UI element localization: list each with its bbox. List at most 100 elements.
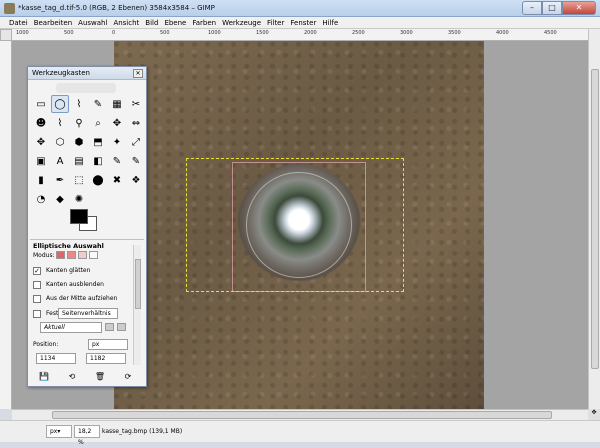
scissors-tool-icon[interactable]: ✂ <box>127 95 145 113</box>
options-scroll-thumb[interactable] <box>135 259 141 309</box>
menu-werkzeuge[interactable]: Werkzeuge <box>219 17 264 28</box>
ruler-tick-label: 2500 <box>352 30 365 36</box>
dodge-burn-tool-icon[interactable]: ✺ <box>70 190 88 208</box>
ellipse-select-tool-icon[interactable]: ◯ <box>51 95 69 113</box>
kanten-ausblenden-label: Kanten ausblenden <box>46 281 104 288</box>
portrait-icon[interactable] <box>105 323 114 331</box>
menu-farben[interactable]: Farben <box>189 17 219 28</box>
horizontal-ruler[interactable]: 1000 500 0 500 1000 1500 2000 2500 3000 … <box>12 29 588 41</box>
tool-options-title: Elliptische Auswahl <box>33 242 104 250</box>
vertical-scrollbar[interactable] <box>588 29 600 409</box>
airbrush-tool-icon[interactable]: ✒ <box>51 171 69 189</box>
menu-datei[interactable]: Datei <box>6 17 31 28</box>
fest-select[interactable]: Seitenverhältnis <box>58 308 118 319</box>
color-select-tool-icon[interactable]: ▦ <box>108 95 126 113</box>
menu-ebene[interactable]: Ebene <box>161 17 189 28</box>
menu-filter[interactable]: Filter <box>264 17 287 28</box>
vertical-scroll-thumb[interactable] <box>591 69 599 369</box>
zoom-tool-icon[interactable]: ⌕ <box>89 114 107 132</box>
position-y-field[interactable]: 1182 <box>86 353 126 364</box>
free-select-tool-icon[interactable]: ⌇ <box>70 95 88 113</box>
mode-add-icon[interactable] <box>67 251 76 259</box>
align-tool-icon[interactable]: ✥ <box>32 133 50 151</box>
position-unit-select[interactable]: px <box>88 339 128 350</box>
measure-tool-icon[interactable]: ✥ <box>108 114 126 132</box>
foreground-color-swatch[interactable] <box>70 209 88 224</box>
menu-bearbeiten[interactable]: Bearbeiten <box>31 17 75 28</box>
reset-options-icon[interactable]: ⟳ <box>123 371 134 382</box>
flip-tool-icon[interactable]: ▣ <box>32 152 50 170</box>
ellipse-selection[interactable] <box>246 172 352 278</box>
menu-bar: Datei Bearbeiten Auswahl Ansicht Bild Eb… <box>0 17 600 29</box>
scale-tool-icon[interactable]: ⬒ <box>89 133 107 151</box>
menu-hilfe[interactable]: Hilfe <box>319 17 341 28</box>
text-tool-icon[interactable]: A <box>51 152 69 170</box>
ink-tool-icon[interactable]: ⬚ <box>70 171 88 189</box>
paintbrush-tool-icon[interactable]: ✎ <box>127 152 145 170</box>
ruler-tick-label: 3000 <box>400 30 413 36</box>
toolbox-bottom-bar: 💾 ⟲ 🗑 ⟳ <box>30 369 142 383</box>
restore-options-icon[interactable]: ⟲ <box>67 371 78 382</box>
status-file-info: kasse_tag.bmp (139,1 MB) <box>102 428 183 435</box>
horizontal-scrollbar[interactable] <box>12 409 588 420</box>
smudge-tool-icon[interactable]: ◆ <box>51 190 69 208</box>
mode-replace-icon[interactable] <box>56 251 65 259</box>
mode-subtract-icon[interactable] <box>78 251 87 259</box>
unit-select[interactable]: px▾ <box>46 425 72 438</box>
perspective-tool-icon[interactable]: ⤢ <box>127 133 145 151</box>
paths-tool-icon[interactable]: ⌇ <box>51 114 69 132</box>
blur-tool-icon[interactable]: ◔ <box>32 190 50 208</box>
ruler-tick-label: 500 <box>64 30 74 36</box>
clone-tool-icon[interactable]: ⬤ <box>89 171 107 189</box>
fuzzy-select-tool-icon[interactable]: ✎ <box>89 95 107 113</box>
position-x-field[interactable]: 1134 <box>36 353 76 364</box>
move-tool-icon[interactable]: ⇔ <box>127 114 145 132</box>
menu-fenster[interactable]: Fenster <box>287 17 319 28</box>
vertical-ruler[interactable] <box>0 41 12 409</box>
close-button[interactable]: ✕ <box>562 1 596 15</box>
menu-bild[interactable]: Bild <box>142 17 161 28</box>
shear-tool-icon[interactable]: ✦ <box>108 133 126 151</box>
bucket-fill-tool-icon[interactable]: ▤ <box>70 152 88 170</box>
zoom-select[interactable]: 18,2 % <box>74 425 100 446</box>
divider <box>30 239 144 240</box>
maximize-button[interactable]: □ <box>542 1 562 15</box>
kanten-glaetten-checkbox[interactable]: ✓ <box>33 267 41 275</box>
ruler-corner[interactable] <box>0 29 12 41</box>
rotate-tool-icon[interactable]: ⬢ <box>70 133 88 151</box>
eraser-tool-icon[interactable]: ▮ <box>32 171 50 189</box>
color-picker-tool-icon[interactable]: ⚲ <box>70 114 88 132</box>
window-controls: – □ ✕ <box>522 1 596 15</box>
heal-tool-icon[interactable]: ✖ <box>108 171 126 189</box>
ruler-tick-label: 0 <box>112 30 116 36</box>
title-bar: *kasse_tag_d.tif-5.0 (RGB, 2 Ebenen) 358… <box>0 0 600 17</box>
navigate-icon[interactable]: ✥ <box>588 409 600 420</box>
delete-options-icon[interactable]: 🗑 <box>95 371 106 382</box>
aus-der-mitte-label: Aus der Mitte aufziehen <box>46 295 118 302</box>
rect-select-tool-icon[interactable]: ▭ <box>32 95 50 113</box>
toolbox-close-icon[interactable]: ✕ <box>133 69 143 78</box>
kanten-ausblenden-checkbox[interactable] <box>33 281 41 289</box>
horizontal-scroll-thumb[interactable] <box>52 411 552 419</box>
toolbox-title[interactable]: Werkzeugkasten <box>28 67 146 80</box>
toolbox-window: Werkzeugkasten ✕ ▭ ◯ ⌇ ✎ ▦ ✂ ☻ ⌇ ⚲ ⌕ ✥ ⇔… <box>27 66 147 387</box>
foreground-select-tool-icon[interactable]: ☻ <box>32 114 50 132</box>
blend-tool-icon[interactable]: ◧ <box>89 152 107 170</box>
landscape-icon[interactable] <box>117 323 126 331</box>
options-scrollbar[interactable] <box>133 245 141 365</box>
aktuell-field[interactable]: Aktuell <box>40 322 102 333</box>
menu-ansicht[interactable]: Ansicht <box>110 17 142 28</box>
save-options-icon[interactable]: 💾 <box>39 371 50 382</box>
crop-tool-icon[interactable]: ⬡ <box>51 133 69 151</box>
pencil-tool-icon[interactable]: ✎ <box>108 152 126 170</box>
minimize-button[interactable]: – <box>522 1 542 15</box>
kanten-glaetten-label: Kanten glätten <box>46 267 91 274</box>
color-swatches <box>66 207 106 237</box>
ruler-tick-label: 3500 <box>448 30 461 36</box>
perspective-clone-tool-icon[interactable]: ❖ <box>127 171 145 189</box>
fest-checkbox[interactable] <box>33 310 41 318</box>
ruler-tick-label: 1000 <box>16 30 29 36</box>
mode-intersect-icon[interactable] <box>89 251 98 259</box>
menu-auswahl[interactable]: Auswahl <box>75 17 110 28</box>
aus-der-mitte-checkbox[interactable] <box>33 295 41 303</box>
